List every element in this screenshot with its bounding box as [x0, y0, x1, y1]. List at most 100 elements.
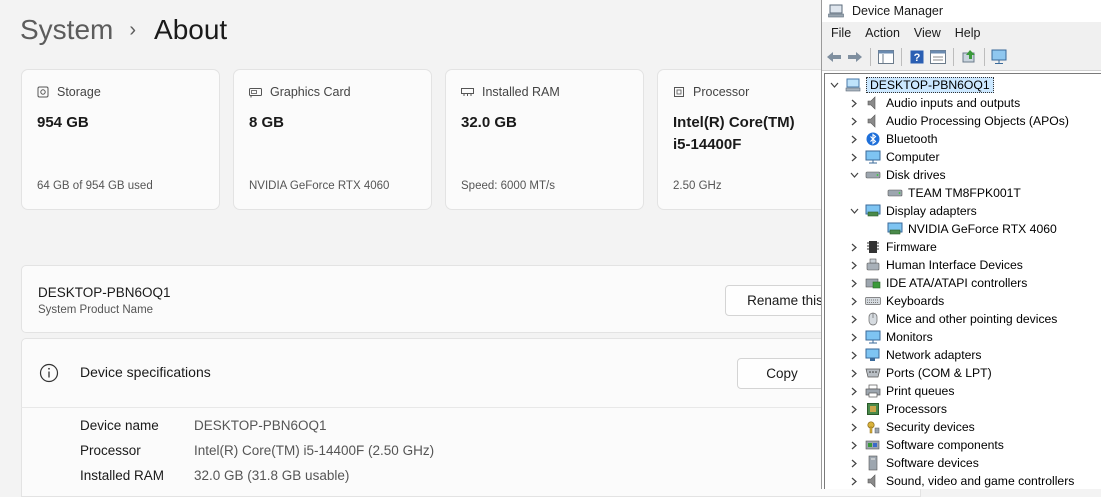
network-icon	[865, 347, 881, 363]
storage-card[interactable]: Storage 954 GB 64 GB of 954 GB used	[21, 69, 220, 210]
security-key-icon	[865, 419, 881, 435]
device-manager-toolbar: ?	[822, 44, 1101, 71]
show-hide-console-tree-button[interactable]	[877, 48, 895, 66]
menu-view[interactable]: View	[914, 26, 941, 40]
tree-category-label: Bluetooth	[886, 132, 938, 146]
tree-category-label: Monitors	[886, 330, 933, 344]
tree-category-firmware[interactable]: Firmware	[849, 238, 937, 256]
port-icon	[865, 365, 881, 381]
tree-category-audio-inputs-and-outputs[interactable]: Audio inputs and outputs	[849, 94, 1020, 112]
tree-device-item[interactable]: NVIDIA GeForce RTX 4060	[887, 220, 1057, 238]
menu-help[interactable]: Help	[955, 26, 981, 40]
tree-category-software-components[interactable]: Software components	[849, 436, 1004, 454]
chevron-right-icon[interactable]	[849, 242, 859, 252]
tree-category-label: Human Interface Devices	[886, 258, 1023, 272]
breadcrumb: System › About	[20, 14, 227, 46]
spec-value: 32.0 GB (31.8 GB usable)	[194, 468, 350, 483]
properties-button[interactable]	[929, 48, 947, 66]
tree-category-label: Software components	[886, 438, 1004, 452]
installed-ram-card[interactable]: Installed RAM 32.0 GB Speed: 6000 MT/s	[445, 69, 644, 210]
chevron-down-icon[interactable]	[849, 170, 859, 180]
chevron-right-icon[interactable]	[849, 278, 859, 288]
chevron-right-icon[interactable]	[849, 476, 859, 486]
processor-card[interactable]: Processor Intel(R) Core(TM) i5-14400F 2.…	[657, 69, 827, 210]
graphics-card-icon	[249, 87, 262, 97]
chevron-right-icon[interactable]	[849, 458, 859, 468]
pc-name-row: DESKTOP-PBN6OQ1 System Product Name Rena…	[21, 265, 921, 333]
chevron-right-icon[interactable]	[849, 440, 859, 450]
back-button[interactable]	[825, 48, 843, 66]
menu-action[interactable]: Action	[865, 26, 900, 40]
processor-card-header: Processor	[673, 85, 749, 99]
copy-specs-button[interactable]: Copy	[737, 358, 827, 389]
device-manager-titlebar[interactable]: Device Manager	[822, 0, 1101, 22]
breadcrumb-separator: ›	[129, 18, 137, 41]
spec-label: Device name	[80, 418, 159, 433]
tree-category-network-adapters[interactable]: Network adapters	[849, 346, 982, 364]
tree-category-security-devices[interactable]: Security devices	[849, 418, 975, 436]
update-driver-button[interactable]	[960, 48, 978, 66]
menu-file[interactable]: File	[831, 26, 851, 40]
tree-category-label: Computer	[886, 150, 940, 164]
disk-icon	[865, 167, 881, 183]
chevron-right-icon[interactable]	[849, 296, 859, 306]
storage-card-title: Storage	[57, 85, 101, 99]
spec-value: Intel(R) Core(TM) i5-14400F (2.50 GHz)	[194, 443, 435, 458]
processor-card-value: Intel(R) Core(TM) i5-14400F	[673, 112, 795, 156]
graphics-card-header: Graphics Card	[249, 85, 351, 99]
chevron-right-icon[interactable]	[849, 422, 859, 432]
tree-category-disk-drives[interactable]: Disk drives	[849, 166, 946, 184]
chevron-right-icon[interactable]	[849, 152, 859, 162]
keyboard-icon	[865, 293, 881, 309]
help-button[interactable]: ?	[908, 48, 926, 66]
chevron-right-icon[interactable]	[849, 350, 859, 360]
monitor-icon	[865, 329, 881, 345]
tree-category-human-interface-devices[interactable]: Human Interface Devices	[849, 256, 1023, 274]
spec-label: Processor	[80, 443, 141, 458]
tree-category-sound-video-and-game-controllers[interactable]: Sound, video and game controllers	[849, 472, 1074, 489]
toolbar-separator	[953, 48, 954, 66]
tree-category-ports-com-lpt[interactable]: Ports (COM & LPT)	[849, 364, 992, 382]
device-manager-title: Device Manager	[852, 4, 944, 18]
pc-name: DESKTOP-PBN6OQ1	[38, 285, 171, 300]
tree-category-bluetooth[interactable]: Bluetooth	[849, 130, 938, 148]
tree-category-print-queues[interactable]: Print queues	[849, 382, 954, 400]
graphics-card-value: 8 GB	[249, 114, 285, 131]
device-specifications-header[interactable]: Device specifications Copy	[21, 338, 921, 408]
arrow-right-icon	[848, 52, 862, 62]
tree-category-monitors[interactable]: Monitors	[849, 328, 933, 346]
chevron-right-icon[interactable]	[849, 386, 859, 396]
spec-label: Installed RAM	[80, 468, 165, 483]
device-manager-app-icon	[828, 4, 844, 18]
chevron-right-icon[interactable]	[849, 314, 859, 324]
breadcrumb-system[interactable]: System	[20, 14, 113, 46]
chevron-right-icon[interactable]	[849, 404, 859, 414]
chevron-right-icon[interactable]	[849, 260, 859, 270]
tree-category-audio-processing-objects-apos[interactable]: Audio Processing Objects (APOs)	[849, 112, 1069, 130]
graphics-card-title: Graphics Card	[270, 85, 351, 99]
tree-category-display-adapters[interactable]: Display adapters	[849, 202, 977, 220]
chevron-down-icon[interactable]	[849, 206, 859, 216]
tree-category-label: Software devices	[886, 456, 979, 470]
graphics-card-card[interactable]: Graphics Card 8 GB NVIDIA GeForce RTX 40…	[233, 69, 432, 210]
software-component-icon	[865, 437, 881, 453]
forward-button[interactable]	[846, 48, 864, 66]
scan-hardware-changes-button[interactable]	[991, 48, 1009, 66]
tree-device-item[interactable]: TEAM TM8FPK001T	[887, 184, 1021, 202]
chevron-down-icon[interactable]	[829, 80, 839, 90]
tree-category-keyboards[interactable]: Keyboards	[849, 292, 944, 310]
tree-category-mice-and-other-pointing-devices[interactable]: Mice and other pointing devices	[849, 310, 1057, 328]
tree-category-software-devices[interactable]: Software devices	[849, 454, 979, 472]
chevron-right-icon[interactable]	[849, 332, 859, 342]
chevron-right-icon[interactable]	[849, 116, 859, 126]
chevron-right-icon[interactable]	[849, 98, 859, 108]
chevron-right-icon[interactable]	[849, 134, 859, 144]
chevron-right-icon[interactable]	[849, 368, 859, 378]
tree-category-ide-ata-atapi-controllers[interactable]: IDE ATA/ATAPI controllers	[849, 274, 1027, 292]
tree-category-processors[interactable]: Processors	[849, 400, 947, 418]
processor-icon	[865, 401, 881, 417]
software-device-icon	[865, 455, 881, 471]
tree-root[interactable]: DESKTOP-PBN6OQ1	[829, 76, 994, 94]
tree-category-computer[interactable]: Computer	[849, 148, 940, 166]
spec-value: DESKTOP-PBN6OQ1	[194, 418, 327, 433]
